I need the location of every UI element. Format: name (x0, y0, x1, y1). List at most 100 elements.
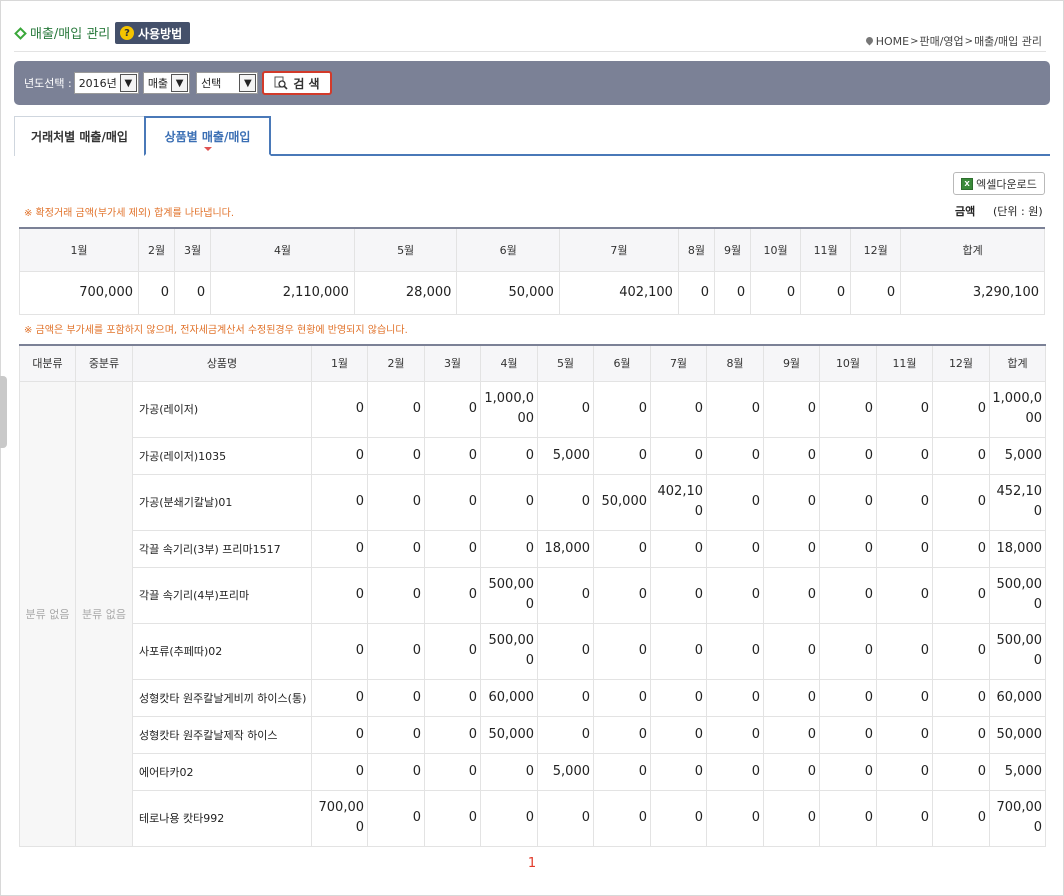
amount-cell: 0 (311, 473, 368, 531)
chevron-down-icon: ▼ (239, 74, 257, 92)
chevron-down-icon: ▼ (119, 74, 137, 92)
type-select[interactable]: 매출 ▼ (142, 72, 191, 94)
tab-by-product-label: 상품별 매출/매입 (164, 129, 251, 144)
amount-cell: 500,000 (480, 622, 538, 680)
amount-cell: 0 (819, 380, 877, 438)
amount-cell: 0 (819, 789, 877, 847)
tab-bar: 거래처별 매출/매입 상품별 매출/매입 (14, 116, 1050, 156)
amount-cell: 500,000 (480, 566, 538, 624)
amount-cell: 0 (367, 622, 425, 680)
summary-header-cell: 12월 (850, 227, 902, 272)
summary-header-cell: 5월 (353, 227, 458, 272)
search-button[interactable]: 검 색 (262, 71, 332, 95)
breadcrumb-sales[interactable]: 판매/영업 (919, 33, 963, 49)
breadcrumb-home[interactable]: HOME (876, 35, 909, 48)
page-number-current[interactable]: 1 (528, 856, 536, 871)
amount-cell: 0 (876, 622, 933, 680)
amount-cell: 0 (876, 473, 933, 531)
amount-cell: 0 (763, 622, 820, 680)
amount-cell: 0 (876, 678, 933, 717)
excel-download-label: 엑셀다운로드 (976, 177, 1037, 191)
amount-cell: 5,000 (537, 436, 594, 475)
page-title: 매출/매입 관리 (30, 27, 111, 42)
amount-cell: 0 (819, 473, 877, 531)
detail-header-cell: 대분류 (19, 344, 76, 382)
table-row: 각끌 속기리(3부) 프리마1517 0 0 0 0 18,000 0 0 0 0 0 0 0 18,00… (20, 529, 1046, 568)
amount-cell: 0 (876, 752, 933, 791)
table-row: 성형캇타 원주칼날제작 하이스 0 0 0 50,000 0 0 0 0 0 0 0 0 50,000 (20, 715, 1046, 754)
amount-cell: 60,000 (989, 678, 1046, 717)
amount-cell: 0 (311, 622, 368, 680)
amount-cell: 0 (593, 752, 651, 791)
amount-cell: 0 (537, 473, 594, 531)
summary-header-cell: 합계 (900, 227, 1045, 272)
amount-cell: 0 (763, 715, 820, 754)
amount-cell: 0 (763, 529, 820, 568)
amount-cell: 0 (932, 789, 990, 847)
amount-cell: 0 (593, 380, 651, 438)
summary-value-cell: 0 (800, 270, 852, 315)
amount-cell: 0 (311, 715, 368, 754)
amount-cell: 0 (706, 752, 764, 791)
usage-guide-button[interactable]: ? 사용방법 (115, 22, 191, 44)
amount-cell: 0 (367, 789, 425, 847)
summary-value-cell: 0 (714, 270, 752, 315)
excel-download-button[interactable]: X 엑셀다운로드 (953, 172, 1045, 195)
product-name-cell: 가공(레이저)1035 (132, 436, 312, 475)
amount-cell: 0 (367, 715, 425, 754)
amount-cell: 0 (819, 752, 877, 791)
breadcrumb: HOME > 판매/영업 > 매출/매입 관리 (866, 33, 1042, 49)
option-select[interactable]: 선택 ▼ (196, 72, 259, 94)
amount-cell: 0 (650, 380, 707, 438)
detail-header-cell: 6월 (593, 344, 651, 382)
chevron-right-icon: > (910, 35, 919, 47)
confirmed-amount-note: ※ 확정거래 금액(부가세 제외) 합계를 나타냅니다. (24, 208, 235, 219)
amount-cell: 50,000 (593, 473, 651, 531)
table-row: 가공(레이저)1035 0 0 0 0 5,000 0 0 0 0 0 0 0 5,000 (20, 436, 1046, 475)
amount-cell: 0 (876, 789, 933, 847)
amount-cell: 0 (424, 678, 481, 717)
summary-header-cell: 8월 (677, 227, 716, 272)
amount-cell: 0 (819, 715, 877, 754)
detail-header-cell: 11월 (876, 344, 933, 382)
side-panel-handle[interactable] (0, 376, 7, 448)
product-name-cell: 테로나용 캇타992 (132, 789, 312, 847)
product-name-cell: 성형캇타 원주칼날제작 하이스 (132, 715, 312, 754)
detail-header-cell: 중분류 (75, 344, 133, 382)
detail-header-cell: 12월 (932, 344, 990, 382)
summary-header-cell: 6월 (456, 227, 560, 272)
tab-by-product[interactable]: 상품별 매출/매입 (144, 116, 271, 156)
amount-cell: 18,000 (537, 529, 594, 568)
amount-cell: 0 (819, 529, 877, 568)
amount-cell: 0 (480, 752, 538, 791)
amount-cell: 0 (876, 566, 933, 624)
amount-cell: 0 (932, 529, 990, 568)
amount-cell: 0 (650, 622, 707, 680)
amount-cell: 700,000 (311, 789, 368, 847)
category-sub-cell: 분류 없음 (75, 380, 133, 847)
amount-cell: 0 (819, 678, 877, 717)
amount-cell: 0 (311, 380, 368, 438)
year-select[interactable]: 2016년 ▼ (73, 72, 139, 94)
tab-by-customer[interactable]: 거래처별 매출/매입 (14, 116, 145, 156)
option-select-value: 선택 (201, 77, 222, 90)
summary-header-cell: 7월 (558, 227, 679, 272)
amount-cell: 0 (537, 566, 594, 624)
amount-cell: 0 (537, 380, 594, 438)
detail-header-cell: 10월 (819, 344, 877, 382)
detail-header-cell: 1월 (311, 344, 368, 382)
summary-header-cell: 2월 (137, 227, 176, 272)
amount-cell: 0 (763, 752, 820, 791)
amount-cell: 0 (932, 678, 990, 717)
detail-header-cell: 3월 (424, 344, 481, 382)
summary-value-cell: 0 (677, 270, 716, 315)
summary-header-cell: 10월 (750, 227, 802, 272)
table-row: 분류 없음 분류 없음 가공(레이저) 0 0 0 1,000,000 0 0 0 0 0 0 0 0 1,0… (19, 380, 1046, 847)
amount-cell: 0 (650, 678, 707, 717)
amount-cell: 0 (424, 529, 481, 568)
amount-cell: 0 (932, 473, 990, 531)
summary-header-cell: 1월 (19, 227, 139, 272)
active-tab-caret-icon (203, 147, 212, 151)
amount-cell: 0 (311, 752, 368, 791)
amount-cell: 0 (311, 436, 368, 475)
